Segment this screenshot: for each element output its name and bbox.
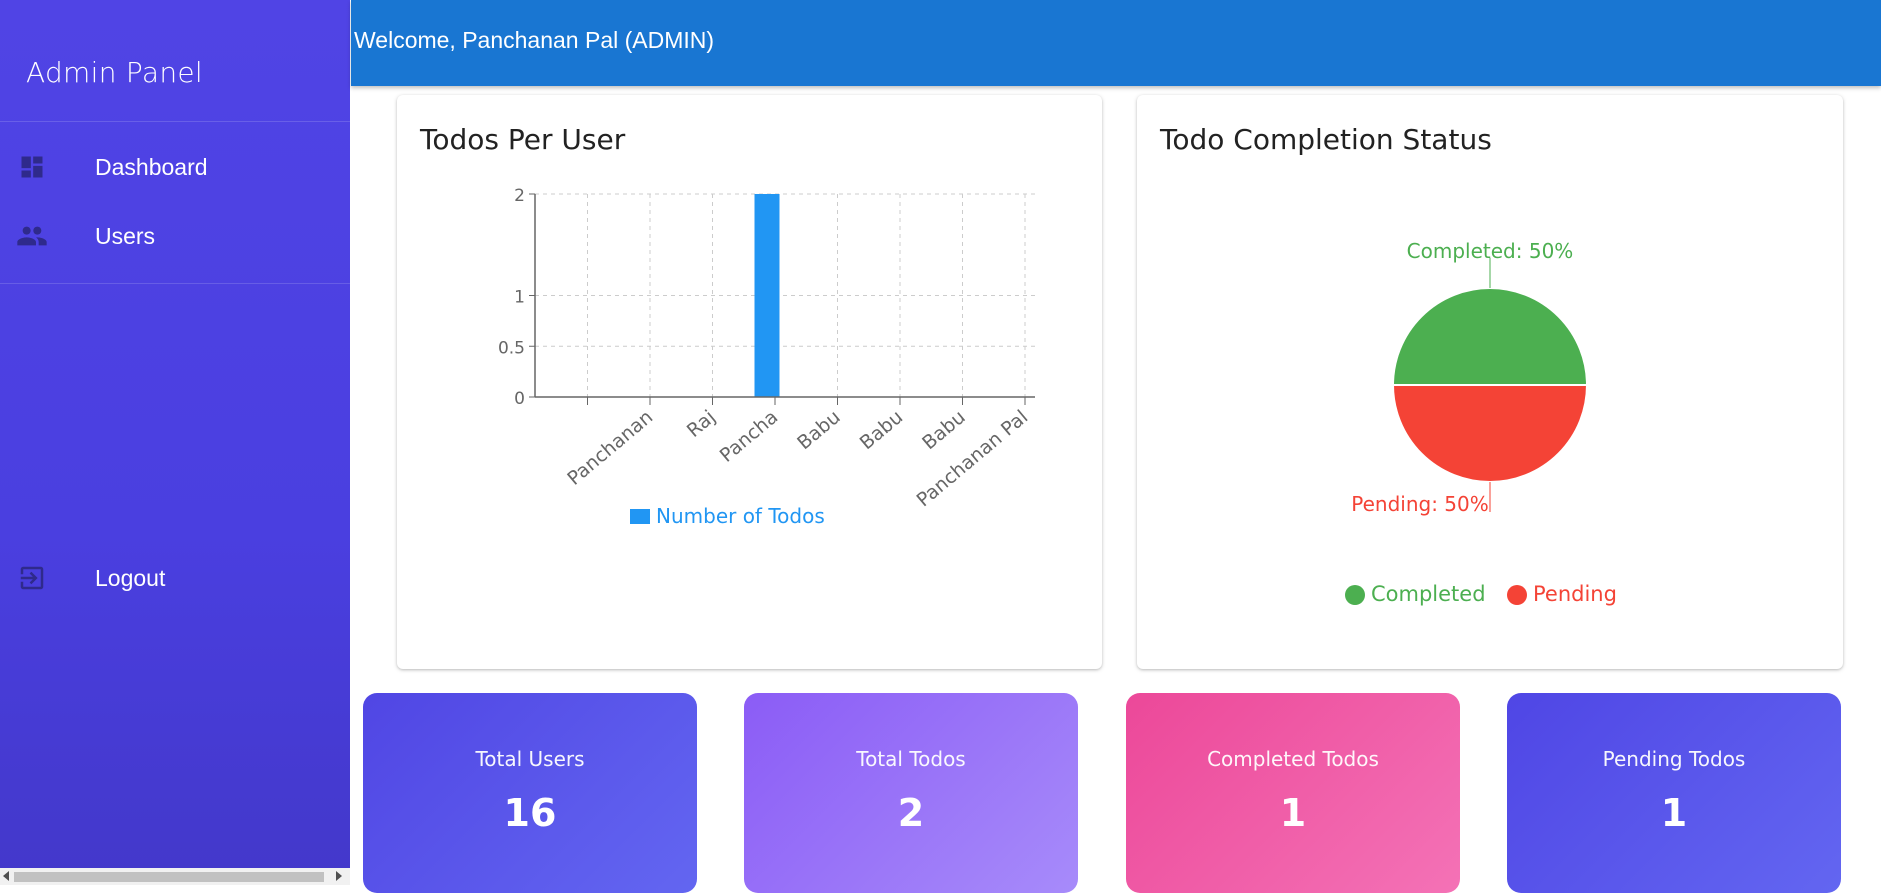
sidebar-item-label: Dashboard — [95, 153, 208, 180]
y-tick-label: 0 — [514, 389, 525, 409]
scrollbar-thumb[interactable] — [14, 872, 324, 882]
pie-slice — [1391, 384, 1589, 483]
todos-per-user-card: Todos Per User 0 0.5 1 2 Panchanan Raj Pancha… — [397, 95, 1102, 669]
horizontal-scrollbar[interactable] — [0, 868, 350, 885]
app-title: Admin Panel — [26, 56, 203, 89]
stat-label: Completed Todos — [1207, 747, 1379, 771]
y-tick-label: 2 — [514, 186, 525, 206]
stat-value: 2 — [897, 791, 925, 835]
sidebar: Admin Panel Dashboard Users Logout — [0, 0, 350, 885]
stat-card-completed-todos: Completed Todos 1 — [1126, 693, 1460, 893]
sidebar-item-logout[interactable]: Logout — [0, 550, 350, 606]
scroll-left-icon[interactable] — [3, 871, 9, 881]
y-tick-label: 1 — [514, 288, 525, 308]
x-tick-label: Babu — [918, 406, 970, 454]
pie-slice-label: Pending: 50% — [1351, 492, 1489, 516]
stat-card-total-users: Total Users 16 — [363, 693, 697, 893]
sidebar-item-label: Users — [95, 222, 156, 249]
y-tick-label: 0.5 — [498, 338, 525, 358]
x-tick-label: Babu — [793, 406, 845, 454]
x-tick-label: Panchanan — [563, 406, 657, 490]
people-icon — [16, 220, 48, 252]
sidebar-item-label: Logout — [95, 564, 166, 591]
dashboard-icon — [16, 151, 48, 183]
sidebar-item-users[interactable]: Users — [0, 208, 350, 264]
legend-marker — [1345, 585, 1365, 605]
x-tick-label: Pancha — [716, 406, 783, 467]
pie-chart: Completed: 50% Pending: 50% Completed Pend… — [1345, 239, 1617, 606]
stat-card-pending-todos: Pending Todos 1 — [1507, 693, 1841, 893]
stat-card-total-todos: Total Todos 2 — [744, 693, 1078, 893]
scroll-right-icon[interactable] — [336, 871, 342, 881]
stat-value: 1 — [1279, 791, 1307, 835]
x-tick-label: Raj — [683, 406, 720, 442]
sidebar-divider — [0, 121, 350, 122]
bar — [754, 194, 780, 397]
todo-completion-card: Todo Completion Status Completed: 50% Pen… — [1137, 95, 1843, 669]
sidebar-divider — [0, 283, 350, 284]
top-app-bar: Welcome, Panchanan Pal (ADMIN) — [351, 0, 1881, 86]
pie-slice — [1391, 287, 1589, 386]
stat-label: Pending Todos — [1602, 747, 1746, 771]
pie-slice-label: Completed: 50% — [1407, 239, 1574, 263]
x-tick-label: Panchanan Pal — [913, 406, 1033, 511]
x-tick-label: Babu — [856, 406, 908, 454]
stat-value: 16 — [503, 791, 557, 835]
legend-label: Pending — [1533, 582, 1617, 606]
legend-label: Completed — [1371, 582, 1486, 606]
legend-label: Number of Todos — [656, 504, 825, 528]
sidebar-item-dashboard[interactable]: Dashboard — [0, 139, 350, 195]
stat-label: Total Todos — [856, 747, 966, 771]
stat-value: 1 — [1660, 791, 1688, 835]
logout-icon — [16, 562, 48, 594]
legend-marker — [1507, 585, 1527, 605]
welcome-text: Welcome, Panchanan Pal (ADMIN) — [354, 27, 715, 53]
stat-label: Total Users — [475, 747, 585, 771]
bar-chart: 00.512 Panchanan RajPancha Babu Babu BabuPan… — [498, 186, 1035, 528]
legend-swatch — [630, 509, 650, 524]
